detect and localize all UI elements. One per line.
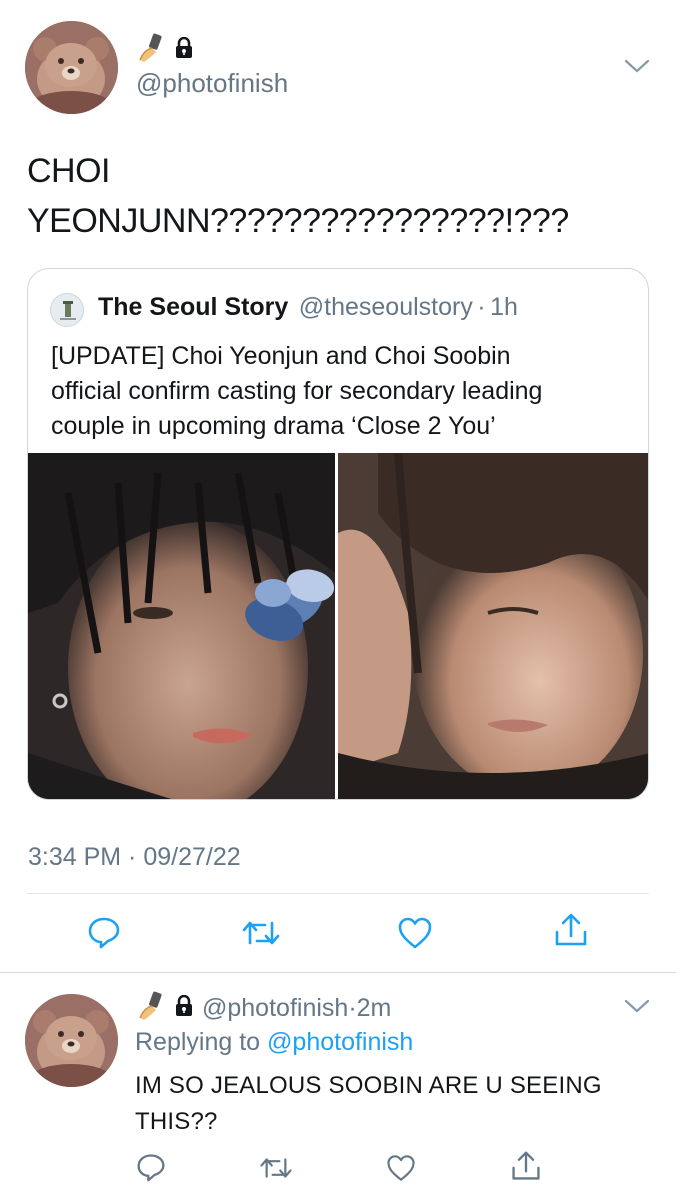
tweet-text-line-2: YEONJUNN????????????????!??? <box>27 202 569 240</box>
reply-icon[interactable] <box>87 915 121 949</box>
reply-reply-icon[interactable] <box>136 1152 166 1182</box>
quoted-photo-right[interactable] <box>338 452 648 799</box>
quoted-avatar <box>50 293 84 327</box>
tweet-separator <box>0 972 676 973</box>
retweet-icon[interactable] <box>241 917 281 949</box>
quoted-tweet-card[interactable]: The Seoul Story @theseoulstory · 1h [UPD… <box>27 268 649 800</box>
quoted-header: The Seoul Story @theseoulstory · 1h <box>98 293 518 322</box>
quoted-author-name[interactable]: The Seoul Story <box>98 293 288 321</box>
quoted-author-handle[interactable]: @theseoulstory <box>299 293 473 321</box>
reply-chevron-down-icon[interactable] <box>624 998 650 1019</box>
divider <box>27 893 649 894</box>
quoted-photo-left[interactable] <box>28 453 335 799</box>
reply-retweet-icon[interactable] <box>259 1154 293 1182</box>
reply-text-line-1: IM SO JEALOUS SOOBIN ARE U SEEING <box>135 1072 602 1099</box>
selfie-phone-icon <box>138 990 164 1027</box>
lock-icon <box>174 994 194 1022</box>
reply-like-icon[interactable] <box>386 1154 416 1182</box>
like-icon[interactable] <box>397 917 433 949</box>
reply-time: 2m <box>356 994 392 1022</box>
reply-text-line-2: THIS?? <box>135 1108 218 1135</box>
quoted-text-line-3: couple in upcoming drama ‘Close 2 You’ <box>51 412 496 440</box>
reply-share-icon[interactable] <box>510 1150 542 1182</box>
avatar[interactable] <box>25 21 118 114</box>
bear-avatar-image <box>25 21 118 114</box>
selfie-phone-icon <box>138 32 164 69</box>
reply-header: @photofinish · 2m <box>138 990 391 1027</box>
reply-author-handle[interactable]: @photofinish <box>202 994 348 1023</box>
share-icon[interactable] <box>553 912 589 948</box>
lock-icon <box>174 36 194 64</box>
author-handle[interactable]: @photofinish <box>136 68 288 99</box>
quoted-time: 1h <box>490 293 518 321</box>
chevron-down-icon[interactable] <box>624 58 650 79</box>
tweet-text-line-1: CHOI <box>27 152 111 190</box>
bear-avatar-image <box>25 994 118 1087</box>
reply-separator: · <box>348 994 357 1022</box>
tweet-timestamp[interactable]: 3:34 PM · 09/27/22 <box>28 843 241 872</box>
quoted-separator: · <box>477 293 486 321</box>
profile-emoji-row <box>138 32 194 69</box>
quoted-text-line-1: [UPDATE] Choi Yeonjun and Choi Soobin <box>51 342 511 370</box>
reply-avatar[interactable] <box>25 994 118 1087</box>
replying-to-label: Replying to <box>135 1028 261 1056</box>
quoted-text-line-2: official confirm casting for secondary l… <box>51 377 543 405</box>
replying-to: Replying to @photofinish <box>135 1028 413 1057</box>
replying-to-handle-link[interactable]: @photofinish <box>267 1028 413 1056</box>
seoul-story-logo-icon <box>60 301 76 320</box>
